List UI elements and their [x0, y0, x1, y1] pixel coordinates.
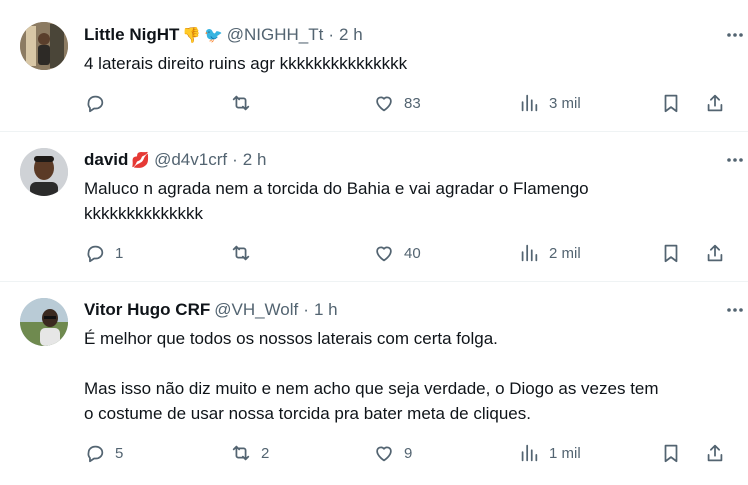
tweet[interactable]: Little NigHT 👎 🐦 @NIGHH_Tt · 2 h 4 later…	[0, 0, 748, 132]
display-name[interactable]: Little NigHT	[84, 25, 179, 45]
bookmark-icon	[664, 94, 678, 113]
avatar-image	[20, 298, 68, 346]
views-count: 2 mil	[549, 244, 581, 262]
like-button[interactable]: 9	[373, 440, 412, 466]
retweet-button[interactable]	[230, 240, 261, 266]
tweet-header: Vitor Hugo CRF @VH_Wolf · 1 h	[84, 299, 728, 321]
reply-button[interactable]	[84, 90, 115, 116]
tweet[interactable]: Vitor Hugo CRF @VH_Wolf · 1 h É melhor q…	[0, 282, 748, 485]
tweet-header: Little NigHT 👎 🐦 @NIGHH_Tt · 2 h	[84, 24, 728, 46]
like-icon	[376, 446, 392, 462]
retweet-icon	[232, 95, 250, 111]
retweet-icon	[232, 445, 250, 461]
share-icon	[707, 444, 723, 462]
retweet-button[interactable]: 2	[230, 440, 269, 466]
views-icon	[521, 94, 538, 112]
share-button[interactable]	[704, 440, 726, 466]
lips-emoji: 💋	[131, 151, 151, 169]
thumbs-down-emoji: 👎	[182, 26, 202, 44]
more-options-button[interactable]	[724, 299, 746, 321]
reply-button[interactable]: 1	[84, 240, 123, 266]
views-button[interactable]: 3 mil	[518, 90, 581, 116]
like-count: 83	[404, 94, 421, 112]
tweet[interactable]: david 💋 @d4v1crf · 2 h Maluco n agrada n…	[0, 132, 748, 282]
like-icon	[376, 246, 392, 262]
like-button[interactable]: 40	[373, 240, 421, 266]
avatar[interactable]	[20, 148, 68, 196]
tweet-header: david 💋 @d4v1crf · 2 h	[84, 149, 728, 171]
more-icon	[727, 308, 743, 312]
red-bird-emoji: 🐦	[204, 26, 223, 44]
views-icon	[521, 244, 538, 262]
separator: ·	[232, 150, 238, 169]
more-options-button[interactable]	[724, 149, 746, 171]
avatar-image	[20, 148, 68, 196]
retweet-count: 2	[261, 444, 270, 462]
tweet-actions: 83 3 mil	[84, 90, 732, 116]
handle[interactable]: @VH_Wolf	[214, 300, 298, 320]
avatar-image	[20, 22, 68, 70]
reply-button[interactable]: 5	[84, 440, 123, 466]
separator: ·	[328, 25, 335, 44]
like-count: 40	[404, 244, 421, 262]
reply-icon	[87, 445, 104, 463]
reply-icon	[87, 245, 104, 263]
share-button[interactable]	[704, 90, 726, 116]
bookmark-icon	[664, 444, 678, 463]
reply-count: 5	[115, 444, 124, 462]
bookmark-button[interactable]	[660, 90, 682, 116]
share-button[interactable]	[704, 240, 726, 266]
tweet-actions: 1 40 2 mil	[84, 240, 732, 266]
avatar[interactable]	[20, 22, 68, 70]
bookmark-button[interactable]	[660, 240, 682, 266]
more-icon	[727, 158, 743, 162]
retweet-button[interactable]	[230, 90, 261, 116]
display-name[interactable]: Vitor Hugo CRF	[84, 300, 210, 320]
reply-count: 1	[115, 244, 124, 262]
share-icon	[707, 244, 723, 262]
tweet-text: Maluco n agrada nem a torcida do Bahia e…	[84, 179, 589, 223]
timestamp[interactable]: 1 h	[314, 300, 338, 320]
more-icon	[727, 33, 743, 37]
like-button[interactable]: 83	[373, 90, 421, 116]
views-button[interactable]: 2 mil	[518, 240, 581, 266]
display-name[interactable]: david	[84, 150, 128, 170]
views-count: 1 mil	[549, 444, 581, 462]
like-count: 9	[404, 444, 413, 462]
share-icon	[707, 94, 723, 112]
avatar[interactable]	[20, 298, 68, 346]
bookmark-button[interactable]	[660, 440, 682, 466]
reply-icon	[87, 95, 104, 113]
views-count: 3 mil	[549, 94, 581, 112]
handle[interactable]: @NIGHH_Tt	[227, 25, 324, 45]
timestamp[interactable]: 2 h	[339, 25, 363, 45]
views-icon	[521, 444, 538, 462]
retweet-icon	[232, 245, 250, 261]
handle[interactable]: @d4v1crf	[154, 150, 227, 170]
views-button[interactable]: 1 mil	[518, 440, 581, 466]
tweet-text: 4 laterais direito ruins agr kkkkkkkkkkk…	[84, 54, 408, 73]
separator: ·	[303, 300, 309, 319]
like-icon	[376, 96, 392, 112]
timestamp[interactable]: 2 h	[243, 150, 267, 170]
bookmark-icon	[664, 244, 678, 263]
tweet-actions: 5 2 9 1 mil	[84, 440, 732, 466]
tweet-text: É melhor que todos os nossos laterais co…	[84, 329, 659, 423]
more-options-button[interactable]	[724, 24, 746, 46]
